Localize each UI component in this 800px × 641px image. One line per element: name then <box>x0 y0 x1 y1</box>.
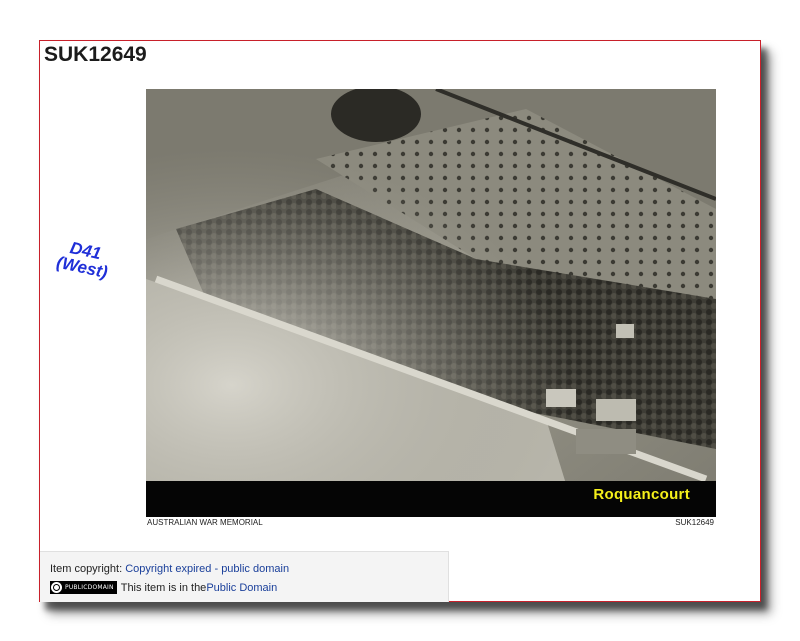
copyright-line: Item copyright: Copyright expired - publ… <box>50 563 289 575</box>
copyright-link[interactable]: Copyright expired - public domain <box>125 563 289 575</box>
road-label: D41 (West) <box>55 237 113 282</box>
public-domain-link[interactable]: Public Domain <box>206 582 277 594</box>
record-frame: SUK12649 D41 (West) Roquancourt AUSTRALI… <box>39 40 761 602</box>
aerial-photo-graphic <box>146 89 716 517</box>
place-label: Roquancourt <box>593 486 690 503</box>
public-domain-line: PUBLICDOMAIN This item is in the Public … <box>50 581 277 594</box>
public-domain-statement: This item is in the <box>120 581 207 594</box>
copyright-prefix: Item copyright: <box>50 563 126 575</box>
photo-caption-id: SUK12649 <box>675 518 714 527</box>
public-domain-badge[interactable]: PUBLICDOMAIN <box>50 581 117 594</box>
copyright-box: Item copyright: Copyright expired - publ… <box>40 551 449 602</box>
page-title: SUK12649 <box>44 43 147 66</box>
aerial-photograph[interactable]: Roquancourt <box>146 89 716 517</box>
public-domain-badge-text: PUBLICDOMAIN <box>65 584 114 591</box>
creative-commons-icon <box>51 582 62 593</box>
photo-caption-institution: AUSTRALIAN WAR MEMORIAL <box>147 518 263 527</box>
